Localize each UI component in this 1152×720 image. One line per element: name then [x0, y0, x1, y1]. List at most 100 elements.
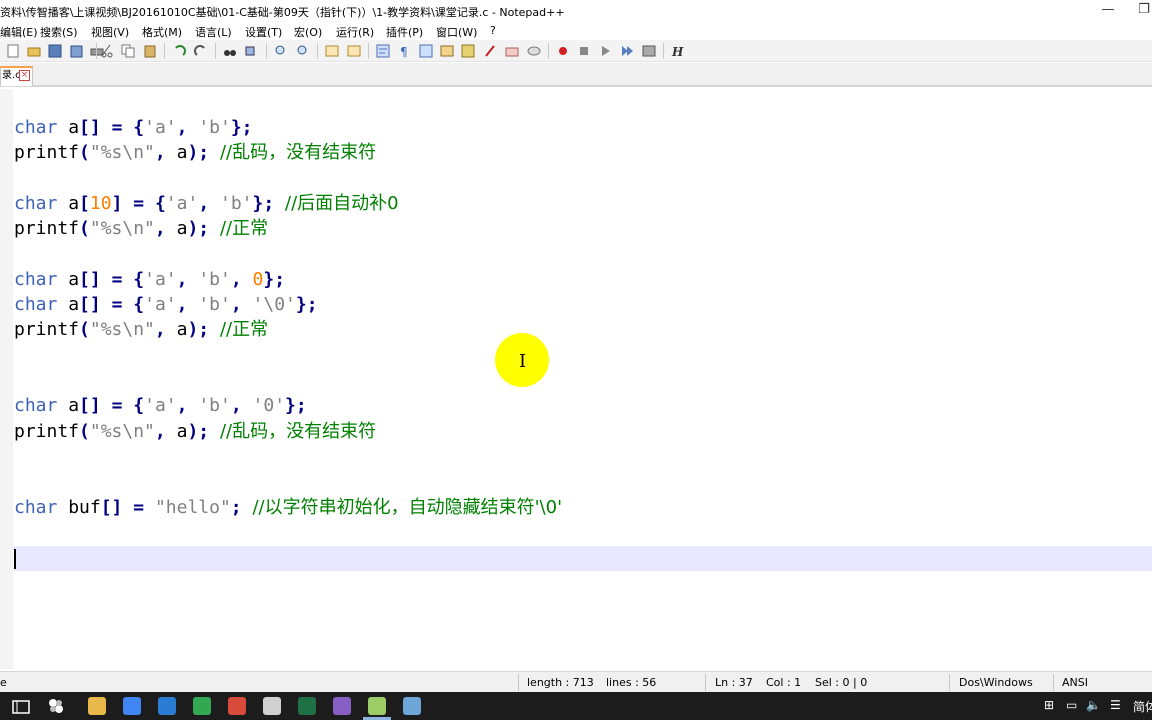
- code-token: 'b': [198, 294, 231, 316]
- show-all-chars-icon[interactable]: ¶: [396, 43, 412, 59]
- cut-icon[interactable]: [99, 43, 115, 59]
- code-line[interactable]: printf("%s\n", a); //乱码，没有结束符: [14, 419, 376, 444]
- save-all-icon[interactable]: [68, 43, 84, 59]
- copy-icon[interactable]: [120, 43, 136, 59]
- code-token: ,: [176, 294, 188, 316]
- status-encoding: ANSI: [1062, 676, 1088, 689]
- notification-icon[interactable]: ☰: [1110, 698, 1121, 712]
- code-token: a: [176, 218, 188, 240]
- play-macro-icon[interactable]: [597, 43, 613, 59]
- code-token: ]: [111, 192, 123, 214]
- code-line[interactable]: char buf[] = "hello"; //以字符串初始化，自动隐藏结束符'…: [14, 495, 562, 520]
- code-line[interactable]: printf("%s\n", a); //正常: [14, 317, 268, 342]
- code-line[interactable]: char a[] = {'a', 'b'};: [14, 115, 253, 140]
- menu-search[interactable]: 搜索(S): [40, 24, 78, 40]
- ibeam-cursor-icon: I: [519, 351, 527, 372]
- zoom-out-icon[interactable]: [295, 43, 311, 59]
- sync-vertical-icon[interactable]: [324, 43, 340, 59]
- app-red-icon[interactable]: [228, 697, 246, 715]
- save-icon[interactable]: [47, 43, 63, 59]
- tab-label: 录.c: [2, 70, 21, 81]
- window-title: 资料\传智播客\上课视频\BJ20161010C基础\01-C基础-第09天（指…: [0, 6, 565, 19]
- code-token: {: [154, 192, 166, 214]
- code-token: '0': [252, 395, 286, 417]
- app-blue-icon[interactable]: [403, 697, 421, 715]
- monitoring-icon[interactable]: [526, 43, 542, 59]
- code-token: ,: [230, 268, 242, 290]
- find-icon[interactable]: [222, 43, 238, 59]
- code-token: 'b': [198, 117, 231, 138]
- zoom-in-icon[interactable]: [273, 43, 289, 59]
- record-macro-icon[interactable]: [555, 43, 571, 59]
- minimize-button[interactable]: —: [1090, 0, 1126, 22]
- menu-language[interactable]: 语言(L): [195, 24, 232, 40]
- new-file-icon[interactable]: [5, 43, 21, 59]
- toolbar-separator: [368, 43, 369, 59]
- open-file-icon[interactable]: [26, 43, 42, 59]
- code-token: (: [79, 142, 90, 164]
- menu-help[interactable]: ?: [490, 24, 496, 37]
- code-token: =: [133, 496, 145, 518]
- code-token: 'b': [198, 268, 231, 290]
- code-token: char: [14, 395, 58, 417]
- volume-icon[interactable]: 🔈: [1086, 698, 1101, 712]
- pinwheel-icon[interactable]: [48, 698, 64, 718]
- menu-run[interactable]: 运行(R): [336, 24, 374, 40]
- redo-icon[interactable]: [193, 43, 209, 59]
- tab-classroom-notes[interactable]: 录.c ×: [0, 66, 33, 86]
- paste-icon[interactable]: [142, 43, 158, 59]
- user-language-icon[interactable]: [439, 43, 455, 59]
- code-line[interactable]: char a[] = {'a', 'b', '\0'};: [14, 292, 318, 317]
- sync-horizontal-icon[interactable]: [346, 43, 362, 59]
- code-token: "hello": [154, 496, 231, 518]
- input-method-label[interactable]: 简体: [1133, 698, 1152, 715]
- code-line[interactable]: char a[10] = {'a', 'b'}; //后面自动补0: [14, 191, 399, 216]
- code-token: 'a': [144, 294, 177, 316]
- excel-icon[interactable]: [298, 697, 316, 715]
- menu-settings[interactable]: 设置(T): [245, 24, 282, 40]
- fold-margin[interactable]: [0, 89, 13, 669]
- stop-macro-icon[interactable]: [576, 43, 592, 59]
- power-icon[interactable]: ▭: [1066, 698, 1077, 712]
- editor-area[interactable]: char a[] = {'a', 'b'}; printf("%s\n", a);…: [0, 89, 1152, 669]
- menu-window[interactable]: 窗口(W): [436, 24, 477, 40]
- menu-plugins[interactable]: 插件(P): [386, 24, 423, 40]
- toolbar-separator: [96, 43, 97, 59]
- folder-workspace-icon[interactable]: [504, 43, 520, 59]
- save-macro-icon[interactable]: [641, 43, 657, 59]
- app-green-icon[interactable]: [193, 697, 211, 715]
- undo-icon[interactable]: [171, 43, 187, 59]
- hex-editor-icon[interactable]: H: [669, 43, 685, 59]
- word-wrap-icon[interactable]: [375, 43, 391, 59]
- status-selection: Sel : 0 | 0: [815, 676, 868, 689]
- code-line[interactable]: printf("%s\n", a); //乱码，没有结束符: [14, 140, 376, 165]
- tab-close-icon[interactable]: ×: [19, 70, 30, 81]
- toolbar-separator: [266, 43, 267, 59]
- app-window-icon[interactable]: [263, 697, 281, 715]
- code-token: printf: [14, 142, 80, 164]
- code-line[interactable]: char a[] = {'a', 'b', '0'};: [14, 393, 307, 418]
- status-separator: [705, 674, 706, 691]
- replace-icon[interactable]: [244, 43, 260, 59]
- restore-button[interactable]: ❐: [1126, 0, 1152, 22]
- toolbar-separator: [548, 43, 549, 59]
- network-icon[interactable]: ⊞: [1044, 698, 1054, 712]
- code-line[interactable]: char a[] = {'a', 'b', 0};: [14, 267, 285, 292]
- toolbar-separator: [317, 43, 318, 59]
- menu-view[interactable]: 视图(V): [91, 24, 129, 40]
- doc-map-icon[interactable]: [460, 43, 476, 59]
- run-macro-multiple-icon[interactable]: [619, 43, 635, 59]
- function-list-icon[interactable]: [482, 43, 498, 59]
- word-icon[interactable]: [158, 697, 176, 715]
- menu-edit[interactable]: 编辑(E): [0, 24, 38, 40]
- visual-studio-icon[interactable]: [333, 697, 351, 715]
- code-line[interactable]: printf("%s\n", a); //正常: [14, 216, 268, 241]
- notepadpp-icon[interactable]: [368, 697, 386, 715]
- code-view[interactable]: char a[] = {'a', 'b'}; printf("%s\n", a);…: [14, 89, 1152, 669]
- menu-macro[interactable]: 宏(O): [294, 24, 322, 40]
- file-explorer-icon[interactable]: [88, 697, 106, 715]
- menu-format[interactable]: 格式(M): [142, 24, 182, 40]
- indent-guide-icon[interactable]: [418, 43, 434, 59]
- task-view-icon[interactable]: [12, 699, 30, 718]
- chrome-icon[interactable]: [123, 697, 141, 715]
